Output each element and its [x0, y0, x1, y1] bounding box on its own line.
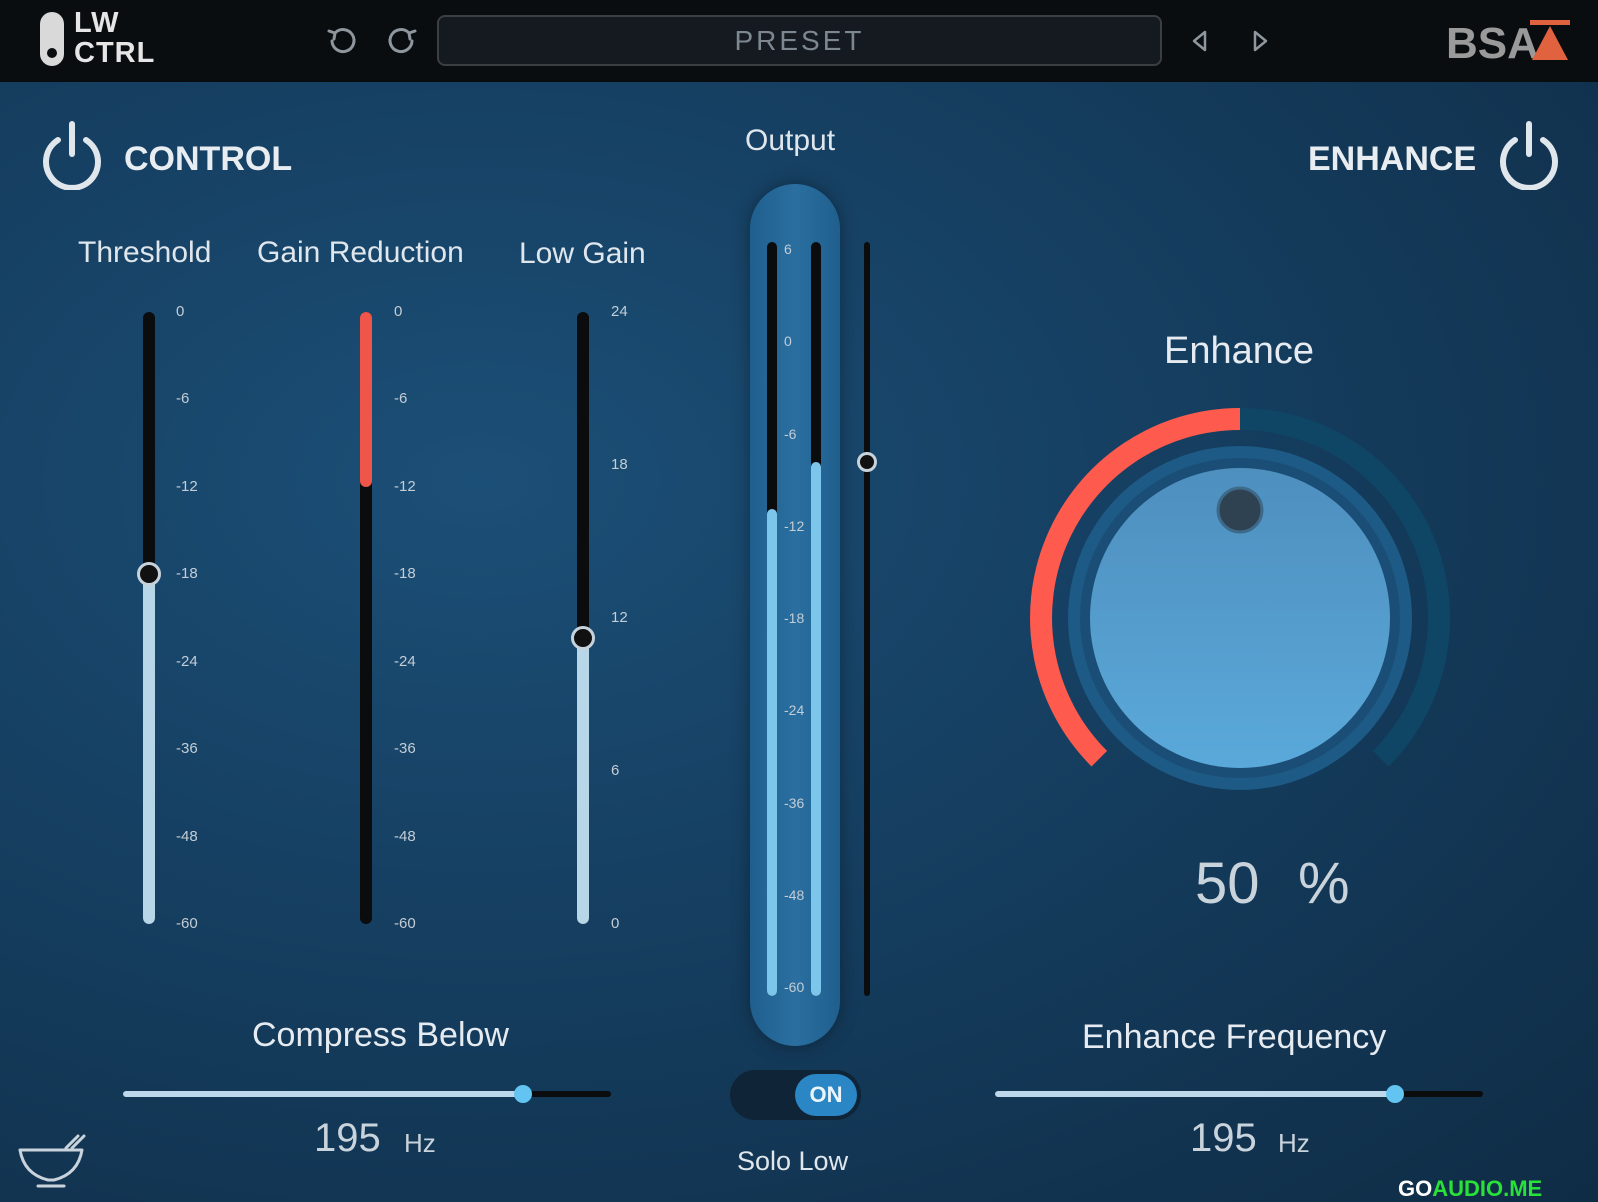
enhance-frequency-label: Enhance Frequency	[1082, 1018, 1387, 1056]
control-power-button[interactable]	[38, 118, 106, 190]
output-meter-left-fill	[767, 509, 777, 996]
bowl-button[interactable]	[14, 1134, 86, 1190]
enhance-unit: %	[1298, 851, 1350, 916]
enhance-frequency-thumb[interactable]	[1386, 1085, 1405, 1103]
output-meter-left	[767, 242, 777, 996]
output-meter-tick: -24	[784, 702, 805, 719]
output-meter-tick: -12	[784, 517, 805, 534]
enhance-knob-label: Enhance	[1164, 330, 1315, 372]
output-meter-tick: -48	[784, 886, 805, 903]
threshold-tick: -60	[176, 915, 198, 932]
prev-preset-icon	[1192, 30, 1207, 52]
gain-reduction-tick: -18	[394, 565, 416, 583]
compress-below-value: 195	[314, 1116, 381, 1160]
enhance-value: 50	[1195, 851, 1260, 916]
threshold-thumb[interactable]	[137, 562, 161, 587]
power-icon	[43, 121, 101, 190]
threshold-fill	[143, 574, 155, 924]
threshold-label: Threshold	[78, 236, 212, 269]
top-bar: LW CTRL PRESET BSA	[0, 0, 1598, 82]
watermark: GOAUDIO.ME	[1398, 1176, 1542, 1202]
redo-button[interactable]	[382, 20, 422, 60]
enhance-frequency-fill	[995, 1091, 1396, 1097]
gain-reduction-meter	[360, 312, 372, 924]
output-meter-tick: -60	[784, 979, 805, 995]
enhance-knob[interactable]	[1020, 400, 1460, 800]
gain-reduction-tick: -6	[394, 390, 408, 408]
output-meter-tick: 6	[784, 241, 792, 257]
low-gain-tick: 12	[611, 609, 628, 626]
output-meter-tick: -6	[784, 425, 797, 442]
low-gain-label: Low Gain	[519, 237, 646, 270]
gain-reduction-tick: -12	[394, 477, 416, 495]
threshold-tick: -12	[176, 477, 198, 495]
solo-low-label: Solo Low	[737, 1146, 849, 1176]
output-fader-thumb[interactable]	[857, 451, 877, 472]
compress-below-thumb[interactable]	[514, 1085, 533, 1103]
compress-below-slider[interactable]	[123, 1085, 611, 1103]
enhance-power-button[interactable]	[1495, 118, 1563, 190]
watermark-left: GO	[1398, 1176, 1433, 1201]
logo-toggle-icon	[40, 12, 64, 66]
threshold-tick: -36	[176, 740, 198, 758]
output-meter-tick: -36	[784, 794, 805, 811]
threshold-tick: -48	[176, 827, 198, 845]
gain-reduction-tick: -60	[394, 915, 416, 932]
preset-selector[interactable]: PRESET	[437, 15, 1162, 66]
undo-icon	[327, 28, 356, 54]
threshold-tick: 0	[176, 303, 185, 320]
preset-label: PRESET	[734, 24, 865, 56]
power-icon	[1500, 121, 1558, 190]
enhance-frequency-value: 195	[1190, 1116, 1257, 1160]
gain-reduction-tick: -24	[394, 652, 416, 670]
threshold-tick: -6	[176, 390, 190, 408]
enhance-frequency-unit: Hz	[1278, 1128, 1310, 1158]
undo-button[interactable]	[322, 20, 362, 60]
solo-low-toggle[interactable]: ON	[730, 1070, 861, 1120]
compress-below-unit: Hz	[404, 1128, 436, 1158]
low-gain-slider[interactable]	[577, 312, 589, 924]
brand-logo: BSA	[1446, 18, 1572, 68]
svg-text:BSA: BSA	[1446, 19, 1539, 64]
output-meter-right-fill	[811, 461, 821, 996]
threshold-slider[interactable]	[143, 312, 155, 924]
logo-line-1: LW	[74, 7, 120, 39]
enhance-knob-indicator	[1216, 486, 1264, 534]
threshold-tick: -18	[176, 565, 198, 583]
control-title: CONTROL	[124, 140, 293, 178]
output-label: Output	[745, 124, 836, 157]
enhance-frequency-slider[interactable]	[995, 1085, 1483, 1103]
solo-low-state: ON	[795, 1074, 857, 1116]
enhance-title: ENHANCE	[1308, 140, 1477, 178]
plugin-window: LW CTRL PRESET BSA CONTROL Threshold Gai…	[0, 0, 1598, 1202]
low-gain-thumb[interactable]	[571, 626, 595, 651]
next-preset-icon	[1253, 30, 1268, 52]
threshold-tick: -24	[176, 652, 198, 670]
compress-below-label: Compress Below	[252, 1016, 509, 1054]
output-meter-right	[811, 242, 821, 996]
product-logo: LW CTRL	[38, 7, 168, 72]
bowl-icon	[18, 1134, 86, 1188]
low-gain-tick: 18	[611, 456, 628, 473]
next-preset-button[interactable]	[1240, 21, 1280, 61]
gain-reduction-fill	[360, 312, 372, 487]
low-gain-tick: 0	[611, 915, 620, 932]
gain-reduction-tick: 0	[394, 303, 403, 320]
redo-icon	[388, 28, 417, 54]
output-meter-tick: -18	[784, 610, 805, 626]
output-fader[interactable]	[864, 242, 870, 996]
logo-line-2: CTRL	[74, 37, 156, 69]
prev-preset-button[interactable]	[1180, 21, 1220, 61]
low-gain-tick: 24	[611, 303, 628, 320]
gain-reduction-tick: -48	[394, 827, 416, 845]
gain-reduction-tick: -36	[394, 740, 416, 758]
watermark-right: AUDIO.ME	[1432, 1176, 1543, 1201]
output-meter-tick: 0	[784, 333, 792, 350]
low-gain-fill	[577, 638, 589, 924]
low-gain-tick: 6	[611, 762, 620, 779]
compress-below-fill	[123, 1091, 524, 1097]
brand-logo-mark: BSA	[1446, 19, 1570, 68]
gain-reduction-label: Gain Reduction	[257, 236, 464, 269]
